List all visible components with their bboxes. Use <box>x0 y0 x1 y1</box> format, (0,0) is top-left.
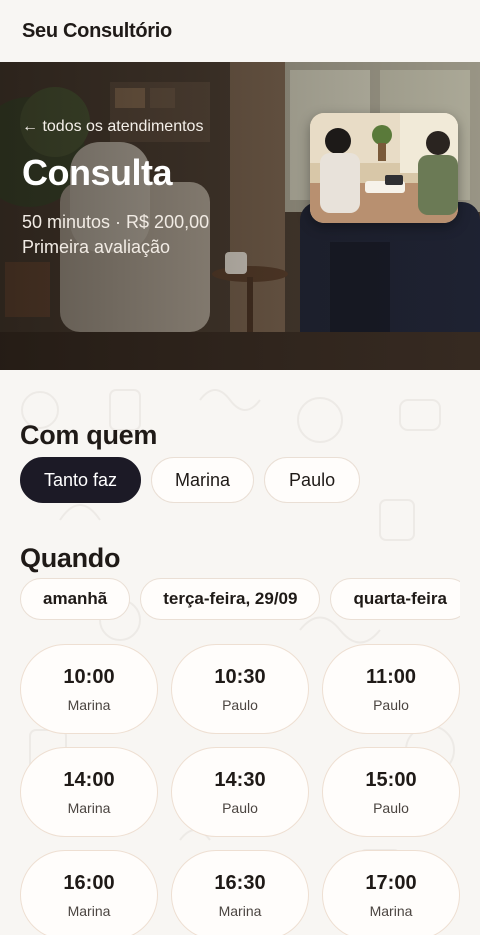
slot-time: 16:30 <box>214 871 266 894</box>
slot-professional: Marina <box>67 799 111 816</box>
service-description: Primeira avaliação <box>22 237 171 257</box>
slot-professional: Marina <box>67 902 111 919</box>
time-slot[interactable]: 16:00 Marina <box>20 850 158 935</box>
time-slot[interactable]: 15:00 Paulo <box>322 747 460 837</box>
slot-time: 11:00 <box>365 665 417 688</box>
slot-time: 10:30 <box>214 665 266 688</box>
slot-time: 15:00 <box>365 768 417 791</box>
day-option-tuesday[interactable]: terça-feira, 29/09 <box>140 578 321 620</box>
back-to-services-link[interactable]: ← todos os atendimentos <box>22 118 209 136</box>
slot-time: 17:00 <box>365 871 417 894</box>
slot-time: 10:00 <box>63 665 115 688</box>
time-slot-grid: 10:00 Marina 10:30 Paulo 11:00 Paulo 14:… <box>20 644 460 935</box>
time-slot[interactable]: 17:00 Marina <box>322 850 460 935</box>
time-slot[interactable]: 14:00 Marina <box>20 747 158 837</box>
slot-professional: Marina <box>67 696 111 713</box>
slot-professional: Paulo <box>222 799 258 816</box>
consultation-photo <box>310 113 458 223</box>
slot-professional: Paulo <box>373 799 409 816</box>
time-slot[interactable]: 10:00 Marina <box>20 644 158 734</box>
day-option-tomorrow[interactable]: amanhã <box>20 578 131 620</box>
app-header: Seu Consultório <box>0 0 480 62</box>
service-duration-price: 50 minutos · R$ 200,00 <box>22 212 210 232</box>
hero-content: ← todos os atendimentos Consulta 50 minu… <box>22 118 209 258</box>
when-title: Quando <box>20 543 121 573</box>
slot-time: 16:00 <box>63 871 115 894</box>
booking-main: Com quem Tanto faz Marina Paulo Quando a… <box>0 370 480 935</box>
with-whom-title: Com quem <box>20 420 158 450</box>
slot-professional: Marina <box>369 902 413 919</box>
service-thumbnail <box>310 113 458 223</box>
slot-time: 14:00 <box>63 768 115 791</box>
time-slot[interactable]: 11:00 Paulo <box>322 644 460 734</box>
professional-option-paulo[interactable]: Paulo <box>264 457 361 503</box>
time-slot[interactable]: 16:30 Marina <box>171 850 309 935</box>
day-option-wednesday[interactable]: quarta-feira <box>330 578 460 620</box>
service-title: Consulta <box>22 152 173 193</box>
slot-professional: Paulo <box>373 696 409 713</box>
brand-title: Seu Consultório <box>22 19 172 42</box>
slot-time: 14:30 <box>214 768 266 791</box>
professional-option-any[interactable]: Tanto faz <box>20 457 142 503</box>
day-selector[interactable]: amanhã terça-feira, 29/09 quarta-feira <box>20 578 460 620</box>
professional-option-marina[interactable]: Marina <box>151 457 255 503</box>
professional-selector: Tanto faz Marina Paulo <box>20 457 460 503</box>
time-slot[interactable]: 14:30 Paulo <box>171 747 309 837</box>
slot-professional: Paulo <box>222 696 258 713</box>
service-hero: ← todos os atendimentos Consulta 50 minu… <box>0 62 480 370</box>
slot-professional: Marina <box>218 902 262 919</box>
time-slot[interactable]: 10:30 Paulo <box>171 644 309 734</box>
